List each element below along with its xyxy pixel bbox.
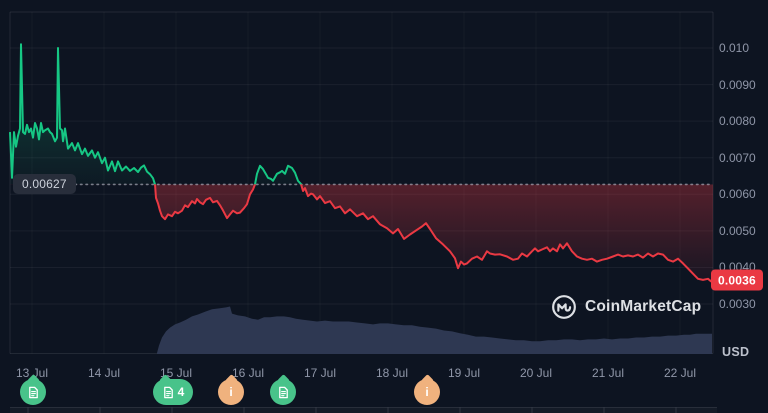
coinmarketcap-watermark: CoinMarketCap <box>551 294 701 320</box>
price-chart-canvas[interactable] <box>0 0 768 413</box>
x-axis-label: 14 Jul <box>88 366 120 380</box>
price-chart-module: 0.00627 0.0036 0.010 0.0090 0.0080 0.0070 0.… <box>0 0 768 413</box>
news-event-marker[interactable] <box>270 379 296 405</box>
x-axis-label: 22 Jul <box>664 366 696 380</box>
currency-label: USD <box>722 345 749 359</box>
news-event-marker[interactable] <box>20 379 46 405</box>
info-event-marker[interactable]: i <box>218 379 244 405</box>
x-axis-label: 20 Jul <box>520 366 552 380</box>
coinmarketcap-logo-icon <box>551 294 577 320</box>
info-icon: i <box>425 385 428 399</box>
y-axis-label: 0.0050 <box>719 224 756 238</box>
last-price-badge: 0.0036 <box>711 270 763 291</box>
news-document-icon <box>277 386 290 399</box>
x-axis-label: 17 Jul <box>304 366 336 380</box>
news-document-icon <box>162 386 175 399</box>
news-event-marker[interactable]: 4 <box>153 379 193 405</box>
news-document-icon <box>27 386 40 399</box>
x-axis-label: 19 Jul <box>448 366 480 380</box>
info-icon: i <box>229 385 232 399</box>
y-axis-label: 0.0090 <box>719 78 756 92</box>
info-event-marker[interactable]: i <box>414 379 440 405</box>
x-axis-label: 18 Jul <box>376 366 408 380</box>
x-axis-label: 16 Jul <box>232 366 264 380</box>
y-axis-label: 0.0080 <box>719 114 756 128</box>
y-axis-label: 0.010 <box>719 41 749 55</box>
watermark-text: CoinMarketCap <box>585 298 701 316</box>
y-axis-label: 0.0060 <box>719 187 756 201</box>
event-count: 4 <box>178 385 185 399</box>
y-axis-label: 0.0070 <box>719 151 756 165</box>
y-axis-label: 0.0030 <box>719 297 756 311</box>
threshold-price-label: 0.00627 <box>13 174 76 194</box>
x-axis-label: 21 Jul <box>592 366 624 380</box>
timeline-strip[interactable] <box>10 408 717 413</box>
